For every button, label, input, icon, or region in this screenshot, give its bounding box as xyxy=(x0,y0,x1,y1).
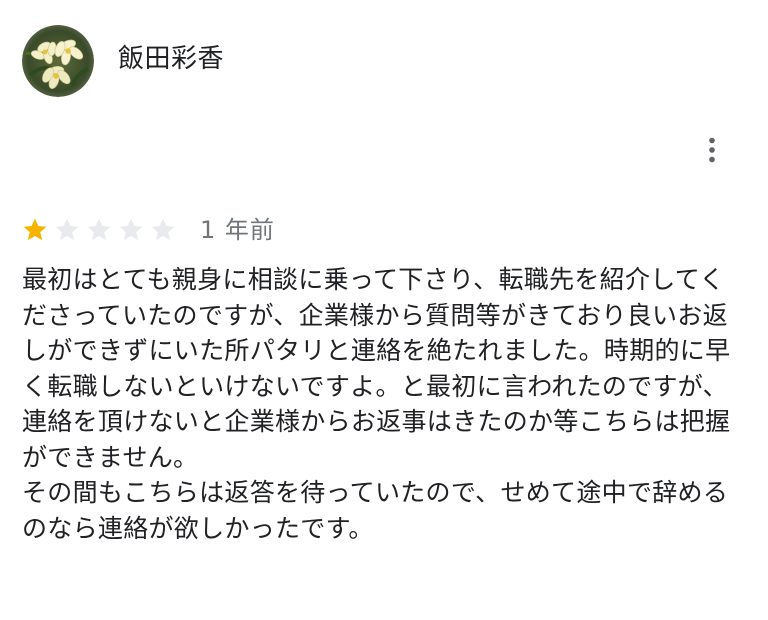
more-vert-icon xyxy=(709,137,715,163)
star-empty-icon xyxy=(118,217,144,243)
star-empty-icon xyxy=(54,217,80,243)
more-options-button[interactable] xyxy=(696,132,728,168)
review-time-ago: 1 年前 xyxy=(200,216,275,244)
reviewer-avatar[interactable] xyxy=(22,25,94,97)
flower-photo-avatar-icon xyxy=(22,25,94,97)
star-rating xyxy=(22,217,176,243)
star-empty-icon xyxy=(86,217,112,243)
review-card: 飯田彩香 1 年前 最初はとても親身に相談に乗って下さり、転職先を紹介してくださ… xyxy=(0,0,768,620)
review-body: 最初はとても親身に相談に乗って下さり、転職先を紹介してくださっていたのですが、企… xyxy=(22,265,731,543)
star-filled-icon xyxy=(22,217,48,243)
reviewer-name[interactable]: 飯田彩香 xyxy=(118,42,224,76)
rating-row: 1 年前 xyxy=(22,214,275,246)
star-empty-icon xyxy=(150,217,176,243)
